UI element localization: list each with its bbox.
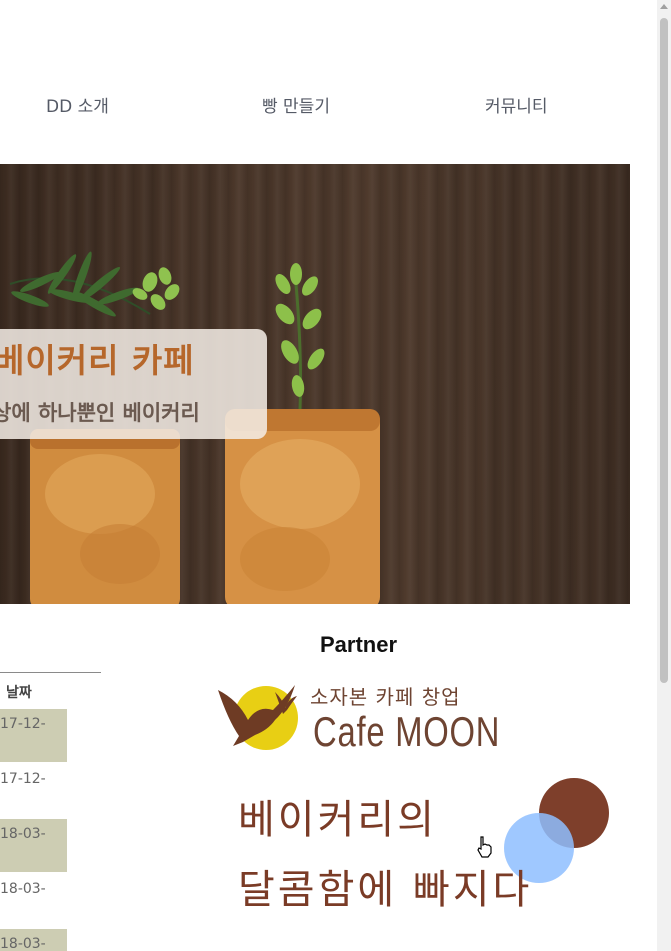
top-nav: DD 소개 빵 만들기 커뮤니티 xyxy=(0,80,630,124)
table-header-rule xyxy=(0,672,101,673)
hero-banner: 베이커리 카페 상에 하나뿐인 베이커리 xyxy=(0,164,630,604)
logo-name: Cafe MOON xyxy=(313,708,501,755)
table-row[interactable]: 17-12- xyxy=(0,709,67,762)
table-row[interactable]: 18-03- xyxy=(0,819,67,872)
table-row[interactable]: 18-03- xyxy=(0,874,67,927)
table-header-date: 날짜 xyxy=(6,685,32,701)
hero-title: 베이커리 카페 xyxy=(0,341,195,380)
table-row[interactable]: 18-03- xyxy=(0,929,67,951)
nav-item-community[interactable]: 커뮤니티 xyxy=(485,92,548,117)
nav-item-dd-intro[interactable]: DD 소개 xyxy=(46,92,109,117)
nav-item-baking[interactable]: 빵 만들기 xyxy=(262,92,330,117)
hand-pointer-icon xyxy=(477,836,492,858)
ad-headline-line2: 달콤함에 빠지다 xyxy=(238,867,533,913)
scrollbar-thumb[interactable] xyxy=(660,18,668,683)
logo-tagline: 소자본 카페 창업 xyxy=(310,685,461,709)
scroll-up-icon[interactable] xyxy=(660,4,668,9)
table-row[interactable]: 17-12- xyxy=(0,764,67,817)
partner-title: Partner xyxy=(320,632,398,657)
ad-headline-line1: 베이커리의 xyxy=(238,797,437,843)
hero-subtitle: 상에 하나뿐인 베이커리 xyxy=(0,401,200,425)
